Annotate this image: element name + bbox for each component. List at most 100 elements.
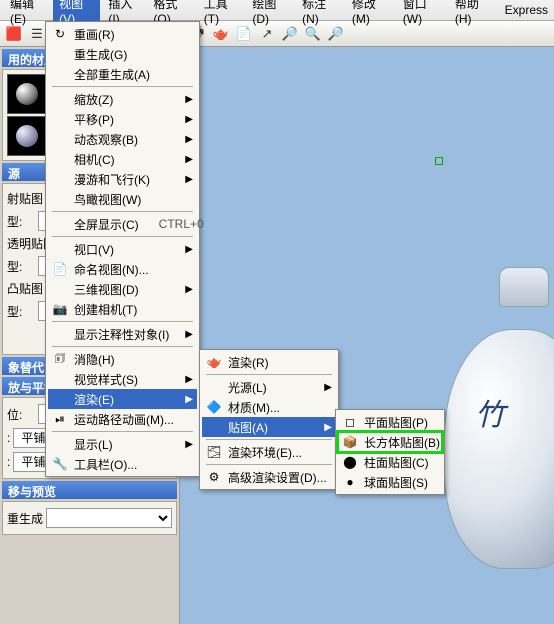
- menu-item-label: 柱面贴图(C): [364, 454, 429, 471]
- menu-item[interactable]: ● 球面贴图(S): [338, 472, 442, 492]
- tool-layers-icon[interactable]: ☰: [27, 24, 47, 44]
- menu-item-label: 渲染(R): [228, 354, 269, 371]
- menu-item[interactable]: 鸟瞰视图(W): [48, 189, 197, 209]
- tile-label: :: [7, 431, 10, 445]
- menu-item-label: 视觉样式(S): [74, 371, 138, 388]
- menu-item[interactable]: 重生成(G): [48, 44, 197, 64]
- menu-item[interactable]: 三维视图(D) ▶: [48, 279, 197, 299]
- menu-item[interactable]: 🔧 工具栏(O)...: [48, 454, 197, 474]
- menu-item[interactable]: 显示(L) ▶: [48, 434, 197, 454]
- menu-item[interactable]: 🫖 渲染(R): [202, 352, 336, 372]
- menu-item[interactable]: 光源(L) ▶: [202, 377, 336, 397]
- menu-item-label: 命名视图(N)...: [74, 261, 149, 278]
- menu-item-icon: 🗊: [52, 349, 68, 370]
- menu-item[interactable]: 🗊 消隐(H): [48, 349, 197, 369]
- tool-arrow-icon[interactable]: ↗: [257, 24, 277, 44]
- regen-select[interactable]: [46, 508, 172, 528]
- menu-window[interactable]: 窗口(W): [397, 0, 447, 28]
- menu-item[interactable]: ⬤柱面贴图(C): [338, 452, 442, 472]
- menu-item[interactable]: 动态观察(B)▶: [48, 129, 197, 149]
- menu-item-icon: ⏯: [52, 412, 68, 427]
- unit-label: 位:: [7, 406, 35, 423]
- menu-item-label: 重生成(G): [74, 46, 127, 63]
- menu-item-label: 球面贴图(S): [364, 474, 428, 491]
- map-submenu[interactable]: ◻平面贴图(P)📦长方体贴图(B)⬤柱面贴图(C) ● 球面贴图(S): [335, 409, 445, 495]
- menu-express[interactable]: Express: [499, 1, 554, 19]
- menu-item[interactable]: 📄 命名视图(N)...: [48, 259, 197, 279]
- submenu-arrow-icon: ▶: [324, 422, 332, 433]
- submenu-arrow-icon: ▶: [324, 382, 332, 393]
- submenu-arrow-icon: ▶: [185, 134, 193, 145]
- menu-item-label: 相机(C): [74, 151, 115, 168]
- menu-help[interactable]: 帮助(H): [449, 0, 497, 28]
- menu-item-label: 工具栏(O)...: [74, 456, 137, 473]
- bump-label: 凸贴图: [7, 280, 43, 297]
- drawing-canvas[interactable]: 竹 清风徐来 水波不兴: [180, 47, 554, 624]
- menu-item[interactable]: 全部重生成(A): [48, 64, 197, 84]
- menu-item-icon: 📷: [52, 302, 68, 316]
- material-swatch[interactable]: [7, 74, 47, 114]
- menu-item[interactable]: 渲染(E)▶: [48, 389, 197, 409]
- menu-item-icon: 🫖: [206, 355, 222, 369]
- menu-item[interactable]: ◻平面贴图(P): [338, 412, 442, 432]
- tool-zoomprev-icon[interactable]: 🔎: [326, 24, 346, 44]
- type-label: 型:: [7, 213, 35, 230]
- menu-item[interactable]: 漫游和飞行(K)▶: [48, 169, 197, 189]
- menu-item[interactable]: 📦长方体贴图(B): [338, 432, 442, 452]
- menu-item[interactable]: 缩放(Z) ▶: [48, 89, 197, 109]
- submenu-arrow-icon: ▶: [185, 174, 193, 185]
- menu-item[interactable]: 视觉样式(S) ▶: [48, 369, 197, 389]
- menu-item[interactable]: 🔷材质(M)...: [202, 397, 336, 417]
- submenu-arrow-icon: ▶: [185, 94, 193, 105]
- menu-item[interactable]: ⏯ 运动路径动画(M)...: [48, 409, 197, 429]
- menu-item[interactable]: 📷 创建相机(T): [48, 299, 197, 319]
- submenu-arrow-icon: ▶: [185, 284, 193, 295]
- menu-item-label: 缩放(Z): [74, 91, 113, 108]
- menu-item[interactable]: ↻重画(R): [48, 24, 197, 44]
- menu-item[interactable]: 平移(P)▶: [48, 109, 197, 129]
- menu-item-icon: 🔧: [52, 457, 68, 471]
- tool-zoomwin-icon[interactable]: 🔍: [303, 24, 323, 44]
- menu-item-label: 高级渲染设置(D)...: [228, 469, 327, 486]
- menu-item[interactable]: 贴图(A) ▶: [202, 417, 336, 437]
- menu-item-icon: 📄: [52, 262, 68, 276]
- tool-sheet-icon[interactable]: 📄: [234, 24, 254, 44]
- menu-item[interactable]: 视口(V)▶: [48, 239, 197, 259]
- menu-item-icon: ●: [342, 475, 358, 489]
- menu-modify[interactable]: 修改(M): [346, 0, 395, 28]
- menu-item-icon: ↻: [52, 27, 68, 41]
- menu-item-label: 创建相机(T): [74, 301, 137, 318]
- render-submenu[interactable]: 🫖 渲染(R) 光源(L) ▶ 🔷材质(M)... 贴图(A) ▶ 🌫 渲染环境(E)... ⚙高…: [199, 349, 339, 490]
- menu-item-label: 长方体贴图(B): [364, 434, 440, 451]
- tool-render-icon[interactable]: 🫖: [211, 24, 231, 44]
- view-menu[interactable]: ↻重画(R) 重生成(G)全部重生成(A) 缩放(Z) ▶ 平移(P)▶动态观察(B)▶…: [45, 21, 200, 477]
- menu-item[interactable]: ⚙高级渲染设置(D)...: [202, 467, 336, 487]
- submenu-arrow-icon: ▶: [185, 439, 193, 450]
- vase-model: 竹 清风徐来 水波不兴: [444, 297, 554, 557]
- menu-item-label: 显示注释性对象(I): [74, 326, 169, 343]
- menu-item[interactable]: 相机(C)▶: [48, 149, 197, 169]
- menu-item-icon: 🌫: [206, 445, 222, 459]
- submenu-arrow-icon: ▶: [185, 374, 193, 385]
- menu-item-label: 显示(L): [74, 436, 113, 453]
- menu-item[interactable]: 显示注释性对象(I)▶: [48, 324, 197, 344]
- maptype-label: 射贴图: [7, 190, 43, 207]
- shift-header: 移与预览: [2, 481, 177, 499]
- menu-item[interactable]: 全屏显示(C)CTRL+0: [48, 214, 197, 234]
- menubar[interactable]: 编辑(E) 视图(V) 插入(I) 格式(O) 工具(T) 绘图(D) 标注(N…: [0, 0, 554, 21]
- vase-calligraphy: 竹: [475, 390, 505, 434]
- type-label2: 型:: [7, 258, 35, 275]
- menu-item[interactable]: 🌫 渲染环境(E)...: [202, 442, 336, 462]
- submenu-arrow-icon: ▶: [185, 244, 193, 255]
- menu-item-label: 光源(L): [228, 379, 267, 396]
- submenu-arrow-icon: ▶: [185, 394, 193, 405]
- menu-item-label: 运动路径动画(M)...: [74, 411, 174, 428]
- tool-color-icon[interactable]: 🟥: [4, 24, 24, 44]
- menu-item-label: 渲染环境(E)...: [228, 444, 302, 461]
- menu-item-label: 平面贴图(P): [364, 414, 428, 431]
- tool-zoomext-icon[interactable]: 🔎: [280, 24, 300, 44]
- menu-item-label: 消隐(H): [74, 351, 115, 368]
- menu-item-label: 三维视图(D): [74, 281, 139, 298]
- material-swatch[interactable]: [7, 116, 47, 156]
- menu-item-label: 贴图(A): [228, 419, 268, 436]
